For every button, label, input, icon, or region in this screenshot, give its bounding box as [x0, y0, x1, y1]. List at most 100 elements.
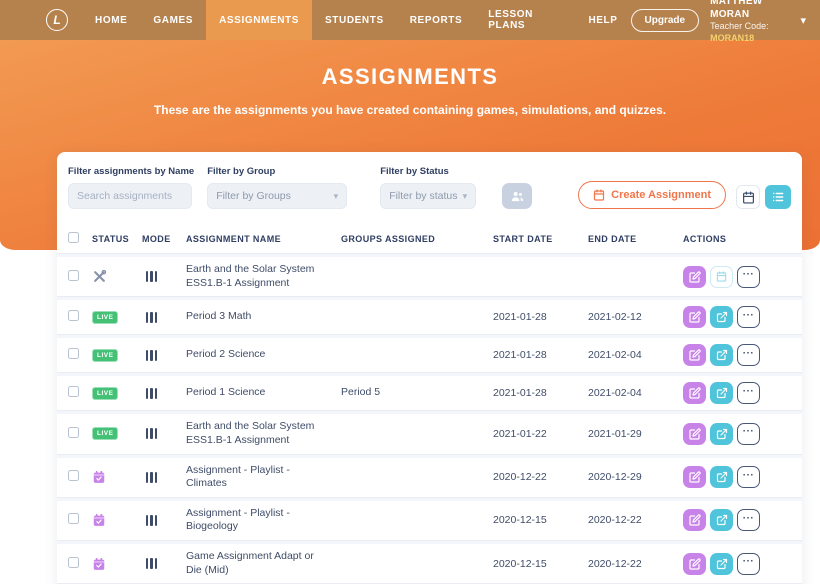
- row-checkbox[interactable]: [68, 557, 79, 568]
- row-actions: ···: [683, 306, 791, 328]
- end-date: 2021-02-04: [588, 349, 683, 361]
- table-row: LIVE Period 3 Math 2021-01-28 2021-02-12: [57, 300, 802, 335]
- list-view-button[interactable]: [765, 185, 791, 209]
- edit-assignment-button[interactable]: [683, 382, 706, 404]
- edit-assignment-button[interactable]: [683, 266, 706, 288]
- edit-assignment-button[interactable]: [683, 306, 706, 328]
- nav-item-home[interactable]: HOME: [82, 0, 140, 40]
- status-filter-select[interactable]: Filter by status ▾: [380, 183, 476, 209]
- chevron-down-icon[interactable]: ▾: [800, 14, 806, 27]
- open-assignment-button[interactable]: [710, 306, 733, 328]
- table-row: LIVE Earth and the Solar System ESS1.B-1…: [57, 414, 802, 454]
- nav-item-help[interactable]: HELP: [575, 0, 630, 40]
- teacher-code-value: MORAN18: [710, 33, 754, 43]
- filter-name-label: Filter assignments by Name: [68, 166, 194, 177]
- more-actions-button[interactable]: ···: [737, 382, 760, 404]
- edit-pencil-icon: [689, 311, 701, 323]
- start-date: 2020-12-15: [493, 514, 588, 526]
- open-assignment-button[interactable]: [710, 509, 733, 531]
- more-actions-button[interactable]: ···: [737, 509, 760, 531]
- edit-assignment-button[interactable]: [683, 423, 706, 445]
- playlist-mode-icon: [146, 428, 186, 439]
- row-checkbox[interactable]: [68, 427, 79, 438]
- nav-item-lesson-plans[interactable]: LESSON PLANS: [475, 0, 575, 40]
- playlist-mode-icon: [146, 271, 186, 282]
- select-all-checkbox[interactable]: [68, 232, 79, 243]
- more-actions-button[interactable]: ···: [737, 266, 760, 288]
- start-date: 2021-01-28: [493, 349, 588, 361]
- nav-label: GAMES: [153, 15, 193, 26]
- page-title: ASSIGNMENTS: [0, 64, 820, 90]
- search-input[interactable]: [68, 183, 192, 209]
- nav-item-assignments[interactable]: ASSIGNMENTS: [206, 0, 312, 40]
- app-logo[interactable]: L: [46, 0, 68, 40]
- open-assignment-button[interactable]: [710, 553, 733, 575]
- nav-item-games[interactable]: GAMES: [140, 0, 206, 40]
- calendar-view-button[interactable]: [736, 185, 760, 209]
- row-checkbox[interactable]: [68, 348, 79, 359]
- live-status-badge: LIVE: [92, 311, 118, 324]
- header-mode: MODE: [142, 234, 186, 244]
- teacher-code: Teacher Code: MORAN18: [710, 21, 789, 44]
- row-checkbox[interactable]: [68, 513, 79, 524]
- status-cell: LIVE: [92, 269, 142, 284]
- edit-pencil-icon: [689, 514, 701, 526]
- edit-pencil-icon: [689, 428, 701, 440]
- open-assignment-button[interactable]: [710, 382, 733, 404]
- table-row: LIVE Assignment - Playlist - Climates 20…: [57, 458, 802, 498]
- edit-assignment-button[interactable]: [683, 509, 706, 531]
- row-checkbox[interactable]: [68, 270, 79, 281]
- filter-group-label: Filter by Group: [207, 166, 347, 177]
- page-subtitle: These are the assignments you have creat…: [110, 101, 710, 120]
- calendar-icon: [742, 191, 755, 204]
- open-assignment-button[interactable]: [710, 344, 733, 366]
- more-actions-button[interactable]: ···: [737, 423, 760, 445]
- group-filter-select[interactable]: Filter by Groups ▾: [207, 183, 347, 209]
- assign-groups-button[interactable]: [502, 183, 532, 209]
- nav-label: HELP: [588, 15, 617, 26]
- chevron-down-icon: ▾: [463, 191, 468, 202]
- assignments-card: Filter assignments by Name Filter by Gro…: [57, 152, 802, 584]
- end-date: 2021-02-12: [588, 311, 683, 323]
- external-link-icon: [716, 387, 728, 399]
- nav-item-reports[interactable]: REPORTS: [397, 0, 476, 40]
- open-assignment-button[interactable]: [710, 466, 733, 488]
- nav-label: STUDENTS: [325, 15, 384, 26]
- more-actions-button[interactable]: ···: [737, 553, 760, 575]
- more-actions-button[interactable]: ···: [737, 344, 760, 366]
- upgrade-button[interactable]: Upgrade: [631, 9, 700, 32]
- row-checkbox[interactable]: [68, 310, 79, 321]
- create-assignment-label: Create Assignment: [611, 189, 711, 201]
- user-name: MATTHEW MORAN: [710, 0, 789, 21]
- nav-item-students[interactable]: STUDENTS: [312, 0, 397, 40]
- scheduled-calendar-icon: [92, 513, 106, 527]
- open-assignment-button[interactable]: [710, 423, 733, 445]
- more-actions-button[interactable]: ···: [737, 466, 760, 488]
- more-actions-button[interactable]: ···: [737, 306, 760, 328]
- edit-assignment-button[interactable]: [683, 466, 706, 488]
- live-status-badge: LIVE: [92, 387, 118, 400]
- assignments-table: STATUS MODE ASSIGNMENT NAME GROUPS ASSIG…: [57, 224, 802, 584]
- header-actions: ACTIONS: [683, 234, 791, 244]
- row-checkbox[interactable]: [68, 386, 79, 397]
- user-menu[interactable]: MATTHEW MORAN Teacher Code: MORAN18: [710, 0, 789, 44]
- header-status: STATUS: [92, 234, 142, 244]
- external-link-icon: [716, 311, 728, 323]
- table-row: LIVE Assignment - Playlist - Biogeology …: [57, 501, 802, 541]
- live-status-badge: LIVE: [92, 427, 118, 440]
- create-assignment-button[interactable]: Create Assignment: [578, 181, 726, 209]
- filter-status-label: Filter by Status: [380, 166, 476, 177]
- playlist-mode-icon: [146, 388, 186, 399]
- playlist-mode-icon: [146, 558, 186, 569]
- start-date: 2021-01-28: [493, 311, 588, 323]
- header-end-date: END DATE: [588, 234, 683, 244]
- list-icon: [771, 190, 785, 204]
- edit-assignment-button[interactable]: [683, 344, 706, 366]
- group-filter-value: Filter by Groups: [216, 190, 291, 202]
- table-row: LIVE Period 1 Science Period 5 2021-01-2…: [57, 376, 802, 411]
- scheduled-calendar-icon: [92, 557, 106, 571]
- row-checkbox[interactable]: [68, 470, 79, 481]
- calendar-action-button[interactable]: [710, 266, 733, 288]
- edit-assignment-button[interactable]: [683, 553, 706, 575]
- row-actions: ···: [683, 553, 791, 575]
